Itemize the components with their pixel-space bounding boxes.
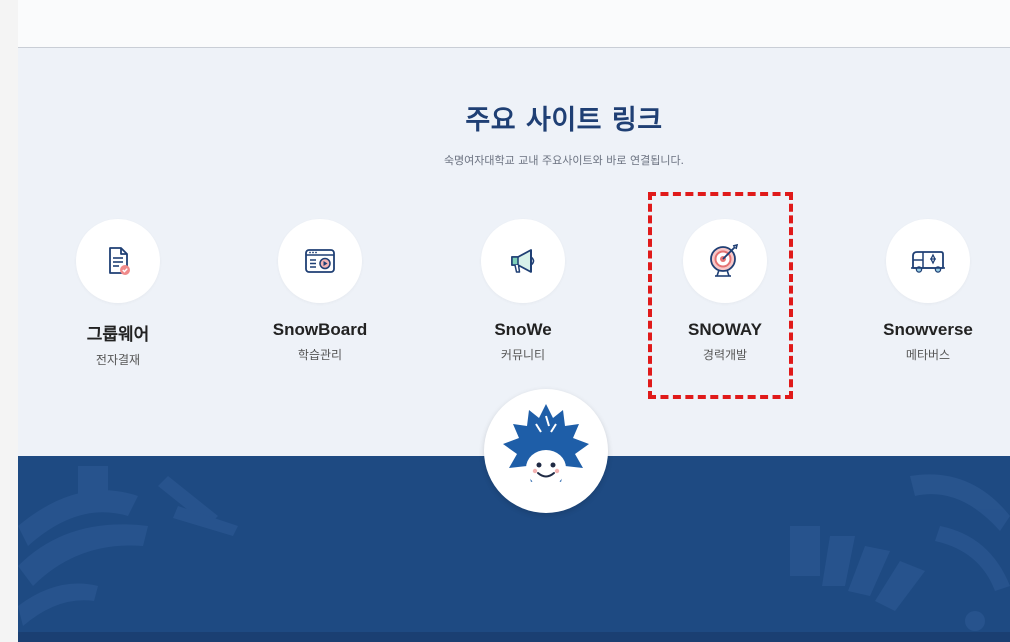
megaphone-icon — [511, 249, 535, 273]
site-description: 전자결재 — [95, 353, 141, 367]
site-icon-circle — [76, 219, 160, 303]
site-name: Snowverse — [883, 320, 973, 339]
site-icon-circle — [683, 219, 767, 303]
site-description: 메타버스 — [905, 348, 951, 362]
video-board-icon — [305, 249, 335, 273]
mascot-icon — [503, 404, 589, 486]
page-frame: 주요 사이트 링크 숙명여자대학교 교내 주요사이트와 바로 연결됩니다. 그룹… — [18, 0, 1010, 642]
site-link-groupware[interactable]: 그룹웨어 전자결재 — [18, 219, 218, 368]
site-icon-circle — [886, 219, 970, 303]
site-name: SnoWe — [494, 320, 552, 339]
site-name: 그룹웨어 — [86, 325, 150, 344]
site-description: 커뮤니티 — [500, 348, 546, 362]
section-subtitle: 숙명여자대학교 교내 주요사이트와 바로 연결됩니다. — [443, 154, 685, 167]
site-link-snowverse[interactable]: Snowverse 메타버스 — [828, 219, 1010, 363]
top-bar — [18, 0, 1010, 48]
site-icon-circle — [278, 219, 362, 303]
section-title: 주요 사이트 링크 — [465, 105, 663, 136]
decorative-pattern-left — [18, 466, 238, 626]
decorative-pattern-right — [790, 474, 1010, 631]
site-link-snoway[interactable]: SNOWAY 경력개발 — [625, 219, 825, 363]
footer-bottom-strip — [18, 632, 1010, 642]
site-name: SnowBoard — [272, 320, 368, 339]
main-site-links-section: 주요 사이트 링크 숙명여자대학교 교내 주요사이트와 바로 연결됩니다. 그룹… — [18, 48, 1010, 456]
target-icon — [710, 243, 739, 277]
site-description: 학습관리 — [297, 348, 343, 362]
site-name: SNOWAY — [687, 320, 762, 339]
site-description: 경력개발 — [702, 348, 748, 362]
metaverse-van-icon — [911, 251, 945, 273]
snowflake-mascot-logo — [484, 389, 608, 513]
site-link-snowboard[interactable]: SnowBoard 학습관리 — [220, 219, 420, 363]
document-check-icon — [109, 247, 130, 275]
site-icon-circle — [481, 219, 565, 303]
site-link-snowe[interactable]: SnoWe 커뮤니티 — [423, 219, 623, 363]
